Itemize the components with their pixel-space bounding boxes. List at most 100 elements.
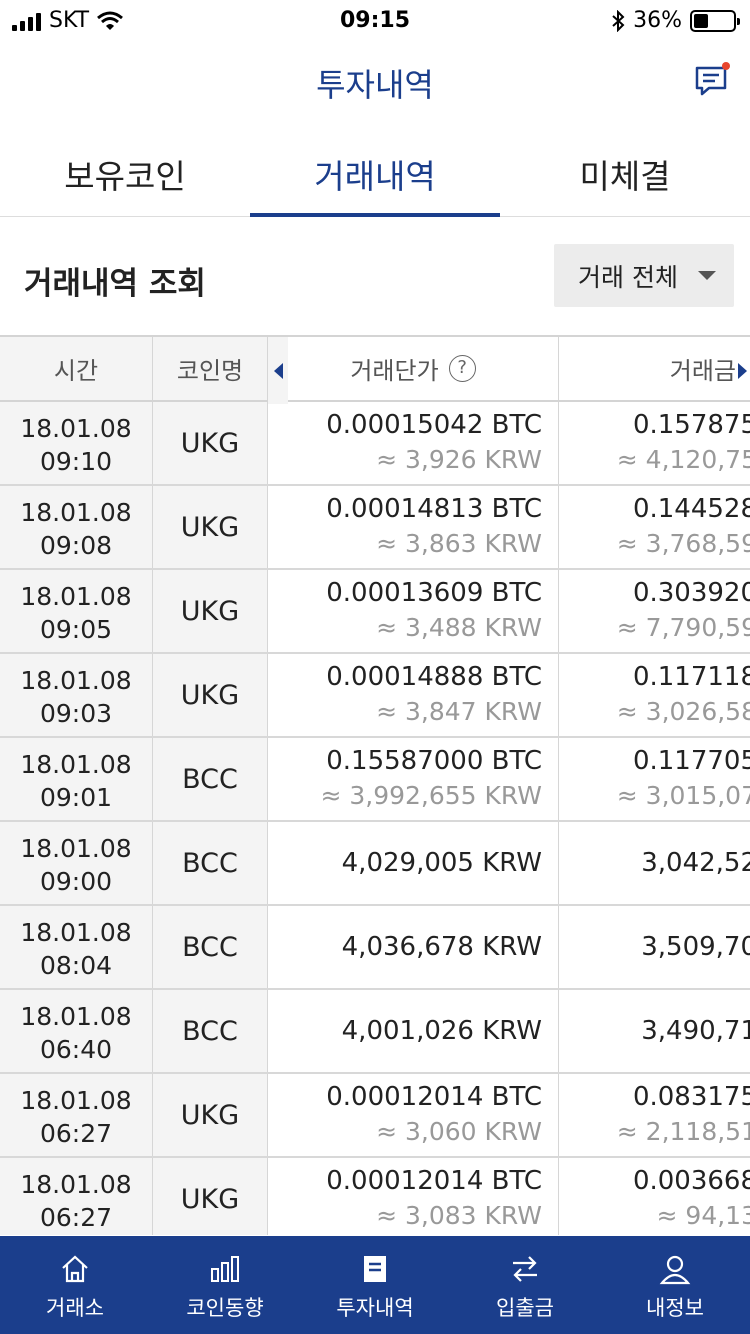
scroll-left-icon[interactable] xyxy=(268,337,288,404)
cell-price: 0.15587000 BTC ≈ 3,992,655 KRW xyxy=(268,738,559,820)
table-row[interactable]: 18.01.08 09:00 BCC 4,029,005 KRW 3,042,52 xyxy=(0,822,750,906)
chat-bubble-icon[interactable] xyxy=(694,62,730,98)
nav-deposit-withdraw[interactable]: 입출금 xyxy=(450,1236,600,1334)
amount-value: 3,509,70 xyxy=(641,932,750,962)
cell-amount: 0.003668 ≈ 94,13 xyxy=(559,1158,750,1235)
amount-value: 0.303920 xyxy=(632,578,750,608)
nav-my-info[interactable]: 내정보 xyxy=(600,1236,750,1334)
cell-coin: BCC xyxy=(153,906,268,988)
trade-table: 시간 코인명 거래단가 ? 거래금 18.01.08 09:10 UKG 0.0001… xyxy=(0,335,750,1235)
price-value: 4,036,678 KRW xyxy=(341,932,542,962)
nav-investment-history[interactable]: 투자내역 xyxy=(300,1236,450,1334)
cell-time: 18.01.08 09:05 xyxy=(0,570,153,652)
cell-date: 18.01.08 xyxy=(20,1002,132,1031)
price-value: 0.00013609 BTC xyxy=(326,578,542,608)
cell-coin: BCC xyxy=(153,822,268,904)
cell-coin: UKG xyxy=(153,486,268,568)
cell-price: 0.00012014 BTC ≈ 3,083 KRW xyxy=(268,1158,559,1235)
cell-price: 0.00015042 BTC ≈ 3,926 KRW xyxy=(268,402,559,484)
col-header-coin: 코인명 xyxy=(153,337,268,400)
document-icon xyxy=(364,1256,386,1282)
cell-date: 18.01.08 xyxy=(20,834,132,863)
table-row[interactable]: 18.01.08 09:03 UKG 0.00014888 BTC ≈ 3,847 KR… xyxy=(0,654,750,738)
cell-price: 0.00014813 BTC ≈ 3,863 KRW xyxy=(268,486,559,568)
bluetooth-icon xyxy=(612,9,625,32)
nav-label: 내정보 xyxy=(646,1296,704,1320)
cell-date: 18.01.08 xyxy=(20,1170,132,1199)
help-icon[interactable]: ? xyxy=(448,355,476,382)
table-header: 시간 코인명 거래단가 ? 거래금 xyxy=(0,335,750,404)
col-header-amount: 거래금 xyxy=(559,337,750,400)
bottom-nav: 거래소 코인동향 투자내역 입출금 내정보 xyxy=(0,1236,750,1334)
nav-exchange[interactable]: 거래소 xyxy=(0,1236,150,1334)
cell-clock: 09:10 xyxy=(39,447,113,476)
price-value: 0.00012014 BTC xyxy=(326,1082,542,1112)
tab-holdings[interactable]: 보유코인 xyxy=(0,126,250,216)
cell-price: 4,001,026 KRW xyxy=(268,990,559,1072)
cell-time: 18.01.08 06:27 xyxy=(0,1158,153,1235)
table-row[interactable]: 18.01.08 09:10 UKG 0.00015042 BTC ≈ 3,926 KR… xyxy=(0,402,750,486)
price-value: 0.00012014 BTC xyxy=(326,1166,542,1196)
tab-trade-history[interactable]: 거래내역 xyxy=(250,126,500,217)
transfer-icon xyxy=(513,1256,537,1282)
app-header: 투자내역 xyxy=(0,40,750,126)
cell-price: 4,029,005 KRW xyxy=(268,822,559,904)
cell-coin: UKG xyxy=(153,570,268,652)
table-row[interactable]: 18.01.08 06:40 BCC 4,001,026 KRW 3,490,71 xyxy=(0,990,750,1074)
cell-price: 4,036,678 KRW xyxy=(268,906,559,988)
cell-clock: 09:01 xyxy=(39,783,113,812)
table-row[interactable]: 18.01.08 09:05 UKG 0.00013609 BTC ≈ 3,488 KR… xyxy=(0,570,750,654)
table-row[interactable]: 18.01.08 09:08 UKG 0.00014813 BTC ≈ 3,863 KR… xyxy=(0,486,750,570)
table-row[interactable]: 18.01.08 06:27 UKG 0.00012014 BTC ≈ 3,083 KR… xyxy=(0,1158,750,1235)
cell-time: 18.01.08 09:03 xyxy=(0,654,153,736)
amount-krw-equivalent: ≈ 3,768,59 xyxy=(616,529,750,558)
cell-amount: 0.144528 ≈ 3,768,59 xyxy=(559,486,750,568)
cell-amount: 0.157875 ≈ 4,120,75 xyxy=(559,402,750,484)
amount-krw-equivalent: ≈ 7,790,59 xyxy=(616,613,750,642)
cell-date: 18.01.08 xyxy=(20,498,132,527)
cell-price: 0.00014888 BTC ≈ 3,847 KRW xyxy=(268,654,559,736)
tab-unfilled[interactable]: 미체결 xyxy=(500,126,750,216)
price-value: 0.00014813 BTC xyxy=(326,494,542,524)
scroll-right-icon[interactable] xyxy=(734,337,750,404)
cell-date: 18.01.08 xyxy=(20,918,132,947)
cell-clock: 06:40 xyxy=(39,1035,113,1064)
cell-amount: 3,490,71 xyxy=(559,990,750,1072)
notification-dot xyxy=(722,62,730,70)
history-section: 거래내역 조회 거래 전체 xyxy=(0,218,750,335)
cell-clock: 09:00 xyxy=(39,867,113,896)
amount-value: 0.003668 xyxy=(632,1166,750,1196)
amount-value: 3,490,71 xyxy=(641,1016,750,1046)
col-header-time: 시간 xyxy=(0,337,153,400)
table-row[interactable]: 18.01.08 08:04 BCC 4,036,678 KRW 3,509,70 xyxy=(0,906,750,990)
cell-time: 18.01.08 09:10 xyxy=(0,402,153,484)
amount-krw-equivalent: ≈ 3,015,07 xyxy=(616,781,750,810)
price-krw-equivalent: ≈ 3,060 KRW xyxy=(376,1117,542,1146)
price-krw-equivalent: ≈ 3,863 KRW xyxy=(376,529,542,558)
nav-coin-trends[interactable]: 코인동향 xyxy=(150,1236,300,1334)
cell-coin: UKG xyxy=(153,1074,268,1156)
price-krw-equivalent: ≈ 3,488 KRW xyxy=(376,613,542,642)
tab-bar: 보유코인 거래내역 미체결 xyxy=(0,126,750,217)
price-krw-equivalent: ≈ 3,083 KRW xyxy=(376,1201,542,1230)
table-row[interactable]: 18.01.08 06:27 UKG 0.00012014 BTC ≈ 3,060 KR… xyxy=(0,1074,750,1158)
battery-icon xyxy=(690,9,740,32)
price-krw-equivalent: ≈ 3,847 KRW xyxy=(376,697,542,726)
price-value: 4,029,005 KRW xyxy=(341,848,542,878)
cell-clock: 06:27 xyxy=(39,1119,113,1148)
cell-coin: UKG xyxy=(153,1158,268,1235)
trade-type-filter[interactable]: 거래 전체 xyxy=(554,244,734,307)
cell-amount: 0.083175 ≈ 2,118,51 xyxy=(559,1074,750,1156)
page-title: 투자내역 xyxy=(316,66,434,104)
table-row[interactable]: 18.01.08 09:01 BCC 0.15587000 BTC ≈ 3,992,65… xyxy=(0,738,750,822)
price-krw-equivalent: ≈ 3,992,655 KRW xyxy=(320,781,542,810)
cell-date: 18.01.08 xyxy=(20,414,132,443)
nav-label: 거래소 xyxy=(46,1296,104,1320)
cell-clock: 08:04 xyxy=(39,951,113,980)
cell-amount: 3,509,70 xyxy=(559,906,750,988)
cell-amount: 0.117118 ≈ 3,026,58 xyxy=(559,654,750,736)
filter-label: 거래 전체 xyxy=(578,262,678,292)
cell-date: 18.01.08 xyxy=(20,1086,132,1115)
col-header-price: 거래단가 ? xyxy=(268,337,559,400)
bar-chart-icon xyxy=(211,1256,239,1282)
